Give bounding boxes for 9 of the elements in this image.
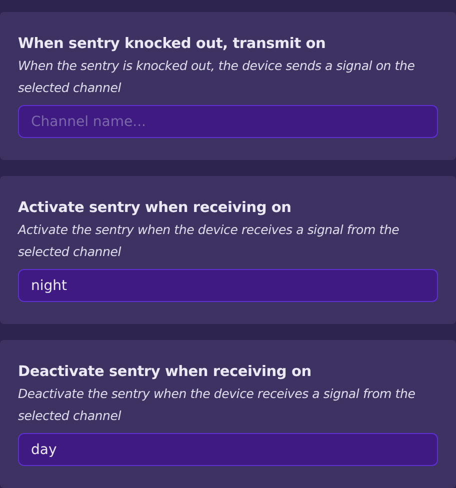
channel-input-field[interactable]: day [18, 433, 438, 466]
setting-title: Deactivate sentry when receiving on [18, 363, 312, 382]
setting-title: When sentry knocked out, transmit on [18, 35, 327, 54]
channel-input-field[interactable]: night [18, 269, 438, 302]
setting-description: Deactivate the sentry when the device receives a signal from the selected channel [18, 385, 416, 425]
setting-title: Activate sentry when receiving on [18, 199, 292, 218]
setting-description: When the sentry is knocked out, the device sends a signal on the selected channel [18, 57, 416, 97]
channel-input-field[interactable]: Channel name... [18, 105, 438, 138]
setting-description: Activate the sentry when the device receives a signal from the selected channel [18, 221, 400, 261]
